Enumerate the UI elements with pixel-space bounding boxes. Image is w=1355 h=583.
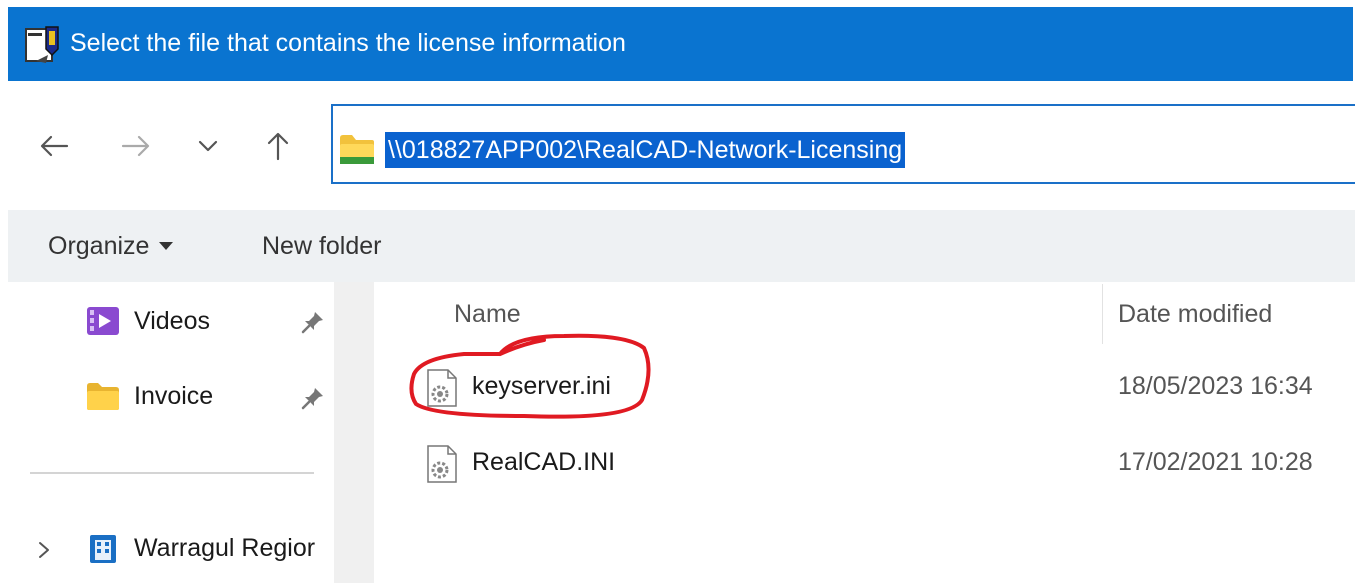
new-folder-button[interactable]: New folder bbox=[262, 232, 382, 261]
address-path[interactable]: \\018827APP002\RealCAD-Network-Licensing bbox=[385, 132, 906, 168]
pin-icon[interactable] bbox=[300, 385, 326, 411]
dialog-title-bar: Select the file that contains the licens… bbox=[8, 7, 1353, 81]
folder-icon bbox=[340, 135, 374, 164]
recent-locations-button[interactable] bbox=[186, 124, 230, 168]
up-button[interactable] bbox=[256, 124, 300, 168]
back-button[interactable] bbox=[32, 124, 76, 168]
dialog-title: Select the file that contains the licens… bbox=[70, 29, 626, 57]
arrow-up-icon bbox=[267, 132, 289, 161]
file-row-realcad[interactable]: RealCAD.INI 17/02/2021 10:28 bbox=[420, 436, 1355, 492]
column-header-name[interactable]: Name bbox=[454, 300, 521, 329]
nav-item-label: Warragul Regior bbox=[134, 533, 316, 562]
organize-label: Organize bbox=[48, 232, 150, 260]
config-file-icon bbox=[427, 445, 457, 483]
arrow-left-icon bbox=[40, 135, 69, 157]
column-header-date-modified[interactable]: Date modified bbox=[1118, 300, 1272, 329]
command-toolbar: Organize New folder bbox=[8, 210, 1355, 282]
navigation-pane-scrollbar[interactable] bbox=[334, 282, 374, 583]
address-bar[interactable]: \\018827APP002\RealCAD-Network-Licensing bbox=[331, 104, 1355, 184]
pin-icon[interactable] bbox=[300, 309, 326, 335]
nav-item-warragul-region[interactable]: Warragul Regior bbox=[86, 526, 315, 570]
nav-pane-divider bbox=[30, 472, 314, 474]
organize-menu-button[interactable]: Organize bbox=[48, 232, 174, 261]
folder-icon bbox=[87, 383, 119, 410]
arrow-right-icon bbox=[121, 135, 150, 157]
config-file-icon bbox=[427, 369, 457, 407]
file-date-modified: 17/02/2021 10:28 bbox=[1118, 448, 1313, 476]
nav-item-label: Videos bbox=[134, 306, 210, 335]
file-date-modified: 18/05/2023 16:34 bbox=[1118, 372, 1313, 400]
chevron-right-icon[interactable] bbox=[34, 536, 54, 564]
file-name: RealCAD.INI bbox=[472, 448, 616, 476]
app-icon bbox=[25, 26, 59, 63]
file-row-keyserver[interactable]: keyserver.ini 18/05/2023 16:34 bbox=[420, 360, 1355, 416]
building-icon bbox=[90, 535, 116, 563]
forward-button[interactable] bbox=[114, 124, 158, 168]
file-name: keyserver.ini bbox=[472, 372, 611, 400]
nav-item-videos[interactable]: Videos bbox=[86, 299, 210, 343]
nav-item-invoice[interactable]: Invoice bbox=[86, 374, 213, 418]
videos-icon bbox=[87, 307, 119, 335]
chevron-down-icon bbox=[198, 140, 218, 152]
caret-down-icon bbox=[159, 242, 174, 250]
nav-item-label: Invoice bbox=[134, 381, 214, 410]
column-separator[interactable] bbox=[1102, 284, 1103, 344]
